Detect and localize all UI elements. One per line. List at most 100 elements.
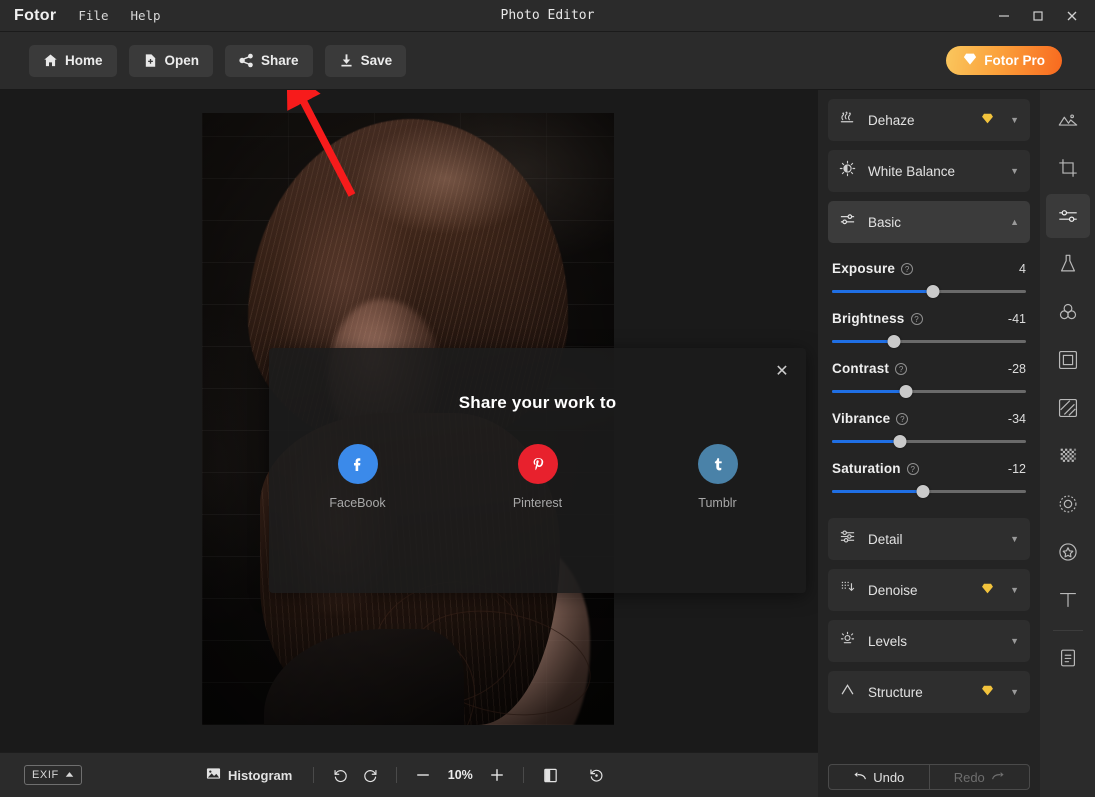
fotor-photo-editor-window: Fotor File Help Photo Editor Home Open S…: [0, 0, 1095, 797]
accordion-label: Denoise: [868, 582, 918, 598]
photo-canvas-area[interactable]: ✕ Share your work to FaceBook Pinterest: [0, 90, 818, 752]
slider-exposure[interactable]: Exposure ? 4: [818, 261, 1040, 298]
slider-thumb[interactable]: [916, 485, 930, 498]
scenes-icon[interactable]: [1046, 98, 1090, 142]
slider-thumb[interactable]: [887, 335, 901, 348]
slider-brightness[interactable]: Brightness ? -41: [818, 311, 1040, 348]
adjust-sliders-icon[interactable]: [1045, 194, 1090, 238]
close-icon[interactable]: ✕: [770, 358, 794, 382]
slider-track[interactable]: [832, 385, 1026, 398]
canvas-controls: Histogram 10%: [196, 760, 611, 790]
exif-button[interactable]: EXIF: [24, 765, 82, 785]
histogram-label: Histogram: [228, 767, 293, 783]
slider-thumb[interactable]: [893, 435, 907, 448]
slider-value: 4: [1019, 261, 1026, 276]
reset-button[interactable]: [581, 760, 611, 790]
pinterest-icon: [517, 444, 558, 484]
compare-button[interactable]: [535, 760, 565, 790]
beauty-flask-icon[interactable]: [1046, 242, 1090, 286]
slider-track[interactable]: [832, 335, 1026, 348]
undo-button[interactable]: Undo: [829, 765, 929, 789]
accordion-white-balance[interactable]: White Balance ▼: [828, 150, 1030, 192]
slider-value: -41: [1007, 311, 1026, 326]
clipboard-icon[interactable]: [1046, 636, 1090, 680]
menu-file[interactable]: File: [78, 8, 108, 23]
histogram-image-icon: [206, 766, 221, 784]
rotate-left-button[interactable]: [325, 760, 355, 790]
histogram-button[interactable]: Histogram: [196, 760, 302, 790]
slider-thumb[interactable]: [926, 285, 940, 298]
help-icon[interactable]: ?: [906, 462, 919, 475]
save-button[interactable]: Save: [324, 44, 407, 77]
mosaic-icon[interactable]: [1046, 434, 1090, 478]
accordion-structure[interactable]: Structure ▼: [828, 671, 1030, 713]
crop-icon[interactable]: [1046, 146, 1090, 190]
sliders-icon: [839, 528, 856, 550]
chevron-down-icon: ▼: [1010, 534, 1019, 544]
focus-vignette-icon[interactable]: [1046, 482, 1090, 526]
slider-label: Vibrance: [832, 411, 891, 426]
accordion-levels[interactable]: Levels ▼: [828, 620, 1030, 662]
divider: [523, 767, 525, 783]
structure-peak-icon: [839, 681, 856, 703]
slider-fill: [832, 340, 895, 343]
zoom-out-button[interactable]: [408, 760, 438, 790]
share-target-tumblr[interactable]: Tumblr: [678, 444, 758, 510]
slider-thumb[interactable]: [899, 385, 913, 398]
chevron-down-icon: ▼: [1010, 687, 1019, 697]
text-icon[interactable]: [1046, 578, 1090, 622]
accordion-label: Structure: [868, 684, 923, 700]
slider-header: Contrast ? -28: [832, 361, 1026, 376]
share-target-facebook[interactable]: FaceBook: [318, 444, 398, 510]
frame-icon[interactable]: [1046, 338, 1090, 382]
help-icon[interactable]: ?: [901, 262, 914, 275]
accordion-detail[interactable]: Detail ▼: [828, 518, 1030, 560]
share-target-pinterest[interactable]: Pinterest: [498, 444, 578, 510]
maximize-button[interactable]: [1023, 2, 1053, 30]
fotor-pro-upgrade-button[interactable]: Fotor Pro: [946, 46, 1062, 75]
slider-header: Exposure ? 4: [832, 261, 1026, 276]
title-bar: Fotor File Help Photo Editor: [0, 0, 1095, 32]
window-controls: [989, 0, 1087, 32]
help-icon[interactable]: ?: [896, 412, 909, 425]
slider-track[interactable]: [832, 485, 1026, 498]
home-button[interactable]: Home: [29, 44, 117, 77]
pro-gem-icon: [981, 112, 994, 128]
redo-label: Redo: [953, 769, 985, 785]
share-targets-row: FaceBook Pinterest Tumblr: [269, 444, 806, 510]
chevron-down-icon: ▼: [1010, 166, 1019, 176]
open-button[interactable]: Open: [128, 44, 214, 77]
chevron-up-icon: ▲: [1010, 217, 1019, 227]
slider-contrast[interactable]: Contrast ? -28: [818, 361, 1040, 398]
accordion-label: Detail: [868, 531, 903, 547]
close-button[interactable]: [1057, 2, 1087, 30]
download-save-icon: [339, 53, 354, 68]
diamond-icon: [963, 52, 977, 69]
help-icon[interactable]: ?: [895, 362, 908, 375]
effects-circles-icon[interactable]: [1046, 290, 1090, 334]
slider-vibrance[interactable]: Vibrance ? -34: [818, 411, 1040, 448]
tilt-shift-icon[interactable]: [1046, 386, 1090, 430]
slider-saturation[interactable]: Saturation ? -12: [818, 461, 1040, 498]
minimize-button[interactable]: [989, 2, 1019, 30]
share-button[interactable]: Share: [225, 44, 313, 77]
sticker-star-icon[interactable]: [1046, 530, 1090, 574]
zoom-in-button[interactable]: [482, 760, 512, 790]
tumblr-icon: [697, 444, 738, 484]
home-button-label: Home: [65, 53, 103, 68]
help-icon[interactable]: ?: [910, 312, 923, 325]
denoise-grid-icon: [839, 579, 856, 601]
undo-label: Undo: [873, 769, 905, 785]
slider-header: Brightness ? -41: [832, 311, 1026, 326]
adjustments-panel-scroll[interactable]: Dehaze ▼ White Balance ▼ Basic ▲ Exposur…: [818, 90, 1040, 797]
accordion-denoise[interactable]: Denoise ▼: [828, 569, 1030, 611]
slider-track[interactable]: [832, 435, 1026, 448]
rotate-right-button[interactable]: [355, 760, 385, 790]
slider-track[interactable]: [832, 285, 1026, 298]
menu-help[interactable]: Help: [130, 8, 160, 23]
slider-label: Contrast: [832, 361, 890, 376]
accordion-dehaze[interactable]: Dehaze ▼: [828, 99, 1030, 141]
redo-button[interactable]: Redo: [930, 765, 1030, 789]
exif-label: EXIF: [32, 769, 59, 781]
accordion-basic[interactable]: Basic ▲: [828, 201, 1030, 243]
